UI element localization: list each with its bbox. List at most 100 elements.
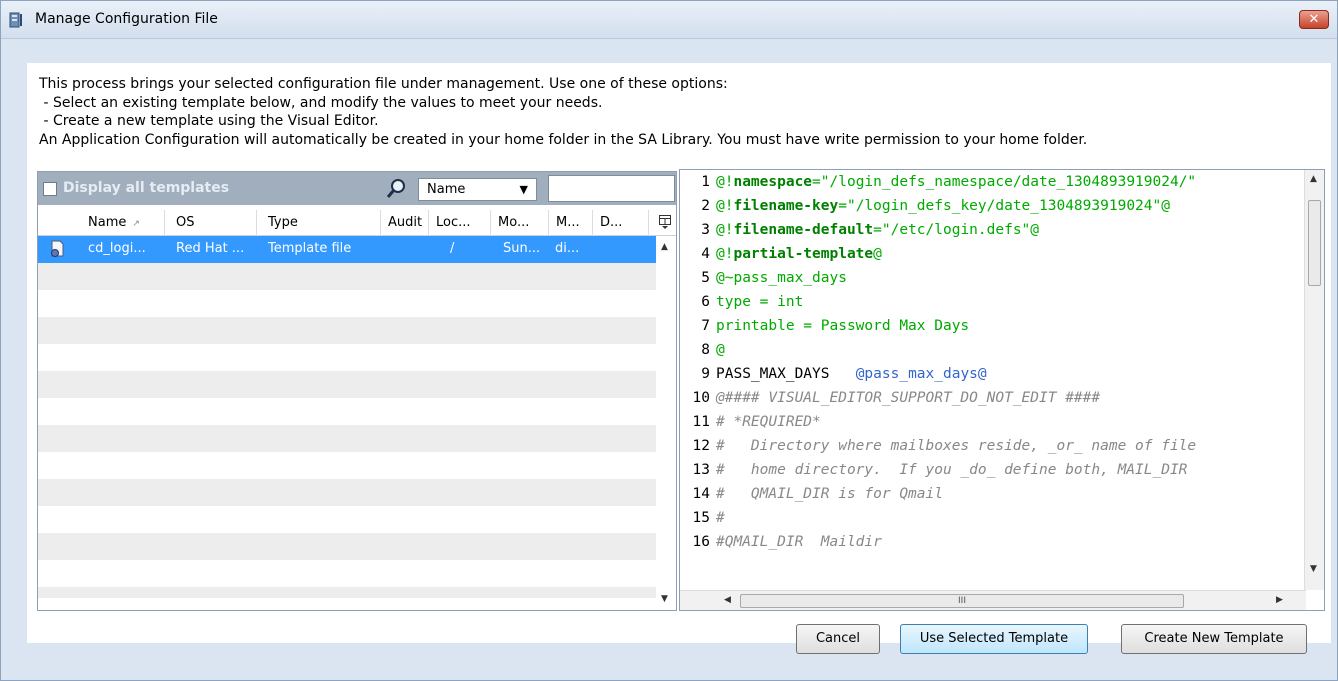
scroll-up-arrow-icon[interactable]: ▲ (1310, 174, 1317, 184)
line-text: @ (716, 342, 725, 358)
column-separator[interactable] (428, 210, 429, 236)
instructions-text: This process brings your selected config… (39, 75, 1087, 149)
empty-row (38, 533, 656, 560)
line-text: @!filename-default="/etc/login.defs"@ (716, 222, 1039, 238)
empty-row (38, 398, 656, 425)
template-file-icon (51, 240, 64, 257)
column-header-modified[interactable]: Mo... (498, 215, 529, 230)
line-text: @!filename-key="/login_defs_key/date_130… (716, 198, 1170, 214)
cell-modified: Sun... (503, 241, 541, 256)
column-header-name[interactable]: Name ↗ (88, 215, 140, 230)
line-number: 3 (701, 222, 710, 238)
line-number: 16 (692, 534, 710, 550)
line-number: 8 (701, 342, 710, 358)
column-separator[interactable] (490, 210, 491, 236)
line-text: # Directory where mailboxes reside, _or_… (716, 438, 1197, 454)
close-button[interactable]: ✕ (1299, 10, 1329, 29)
search-icon[interactable] (385, 178, 407, 200)
template-table-body: cd_logi... Red Hat ... Template file / S… (38, 236, 656, 598)
template-editor-panel: 1 @!namespace="/login_defs_namespace/date… (679, 169, 1325, 611)
column-separator[interactable] (592, 210, 593, 236)
line-text: printable = Password Max Days (716, 318, 970, 334)
empty-row (38, 587, 656, 598)
search-field-select[interactable]: Name ▼ (418, 178, 537, 201)
table-row[interactable]: cd_logi... Red Hat ... Template file / S… (38, 236, 656, 263)
template-list-scrollbar[interactable]: ▲ ▼ (656, 236, 676, 610)
line-text: @#### VISUAL_EDITOR_SUPPORT_DO_NOT_EDIT … (716, 390, 1101, 406)
manage-configuration-dialog: Manage Configuration File ✕ This process… (0, 0, 1338, 681)
dialog-content: This process brings your selected config… (27, 63, 1331, 654)
code-editor[interactable]: 1 @!namespace="/login_defs_namespace/date… (680, 174, 1298, 582)
line-number: 14 (692, 486, 710, 502)
column-header-m[interactable]: M... (556, 215, 580, 230)
code-token: ="/etc/login.defs"@ (873, 222, 1040, 238)
code-token: @! (716, 174, 734, 190)
column-header-type[interactable]: Type (268, 215, 298, 230)
scrollbar-thumb[interactable]: III (740, 594, 1184, 608)
template-list-panel: Display all templates Name ▼ Name ↗ OS Ty… (37, 171, 677, 611)
line-number: 4 (701, 246, 710, 262)
filter-input[interactable] (548, 175, 675, 202)
empty-row (38, 560, 656, 587)
line-number: 7 (701, 318, 710, 334)
sort-indicator-icon: ↗ (132, 219, 140, 229)
search-field-value: Name (427, 182, 466, 197)
cell-name: cd_logi... (88, 241, 146, 256)
editor-horizontal-scrollbar[interactable]: ◀ III ▶ (680, 590, 1306, 610)
line-number: 15 (692, 510, 710, 526)
scroll-down-arrow-icon[interactable]: ▼ (1310, 564, 1317, 574)
column-chooser-icon[interactable] (659, 215, 671, 229)
empty-row (38, 290, 656, 317)
column-separator[interactable] (548, 210, 549, 236)
line-number: 2 (701, 198, 710, 214)
cancel-button[interactable]: Cancel (796, 624, 880, 654)
column-header-os[interactable]: OS (176, 215, 194, 230)
line-text: # home directory. If you _do_ define bot… (716, 462, 1188, 478)
line-number: 11 (692, 414, 710, 430)
scroll-left-arrow-icon[interactable]: ◀ (724, 595, 731, 605)
empty-row (38, 317, 656, 344)
column-header-location[interactable]: Loc... (436, 215, 471, 230)
instruction-line: An Application Configuration will automa… (39, 131, 1088, 148)
scroll-up-arrow-icon[interactable]: ▲ (661, 242, 668, 252)
empty-row (38, 263, 656, 290)
cell-type: Template file (268, 241, 352, 256)
line-text: # (716, 510, 725, 526)
code-token: ="/login_defs_namespace/date_13048939190… (812, 174, 1197, 190)
line-text: # *REQUIRED* (716, 414, 821, 430)
column-separator[interactable] (164, 210, 165, 236)
empty-row (38, 344, 656, 371)
line-number: 10 (692, 390, 710, 406)
column-separator[interactable] (256, 210, 257, 236)
empty-row (38, 479, 656, 506)
display-all-templates-checkbox[interactable] (43, 182, 57, 196)
line-number: 1 (701, 174, 710, 190)
column-header-d[interactable]: D... (600, 215, 622, 230)
column-header-audit[interactable]: Audit (388, 215, 422, 230)
scroll-right-arrow-icon[interactable]: ▶ (1276, 595, 1283, 605)
editor-vertical-scrollbar[interactable]: ▲ ▼ (1304, 170, 1324, 590)
line-number: 9 (701, 366, 710, 382)
use-selected-template-button[interactable]: Use Selected Template (900, 624, 1088, 654)
scroll-down-arrow-icon[interactable]: ▼ (661, 594, 668, 604)
line-text: @!namespace="/login_defs_namespace/date_… (716, 174, 1196, 190)
line-text: #QMAIL_DIR Maildir (716, 534, 882, 550)
line-number: 13 (692, 462, 710, 478)
empty-row (38, 371, 656, 398)
column-separator[interactable] (648, 210, 649, 236)
code-keyword: namespace (733, 174, 813, 190)
line-number: 12 (692, 438, 710, 454)
code-variable: @pass_max_days@ (855, 366, 987, 382)
line-number: 6 (701, 294, 710, 310)
instruction-line: - Create a new template using the Visual… (39, 113, 379, 129)
code-token: @! (716, 246, 734, 262)
line-text: # QMAIL_DIR is for Qmail (716, 486, 943, 502)
line-number: 5 (701, 270, 710, 286)
column-separator[interactable] (380, 210, 381, 236)
create-new-template-button[interactable]: Create New Template (1121, 624, 1307, 654)
code-token: @! (716, 222, 734, 238)
scrollbar-thumb[interactable] (1308, 200, 1321, 286)
code-token: ="/login_defs_key/date_1304893919024"@ (838, 198, 1170, 214)
empty-row (38, 506, 656, 533)
cell-location: / (450, 241, 455, 256)
